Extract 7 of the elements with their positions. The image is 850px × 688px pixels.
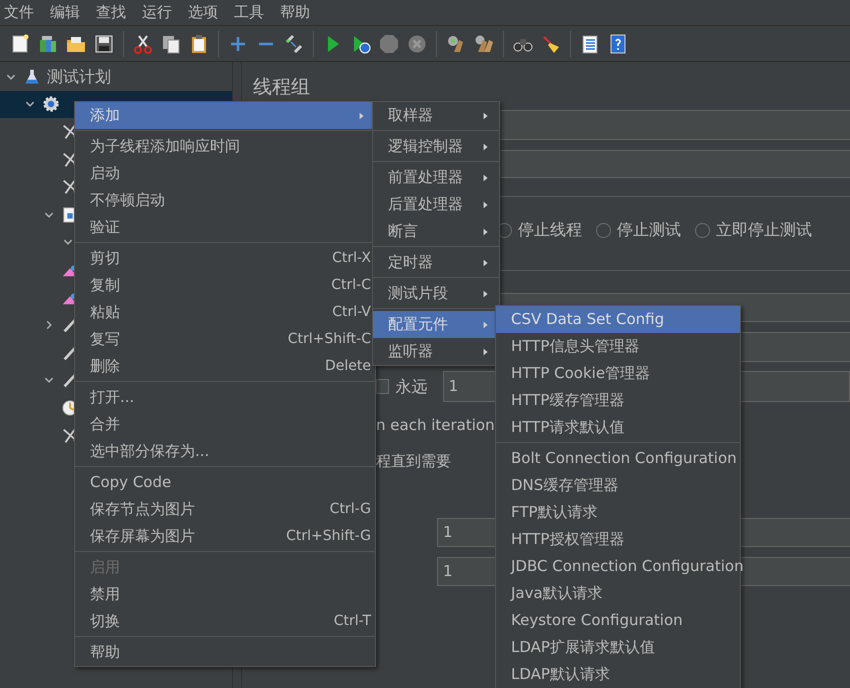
radio-label: 立即停止测试	[716, 219, 812, 241]
label-text: n each iteration	[376, 415, 495, 435]
radio-label: 停止测试	[617, 219, 681, 241]
label-text: 程直到需要	[376, 451, 451, 471]
panel-title: 线程组	[253, 75, 311, 100]
checkbox-label: 永远	[396, 376, 428, 398]
radio-label: 停止线程	[518, 219, 582, 241]
